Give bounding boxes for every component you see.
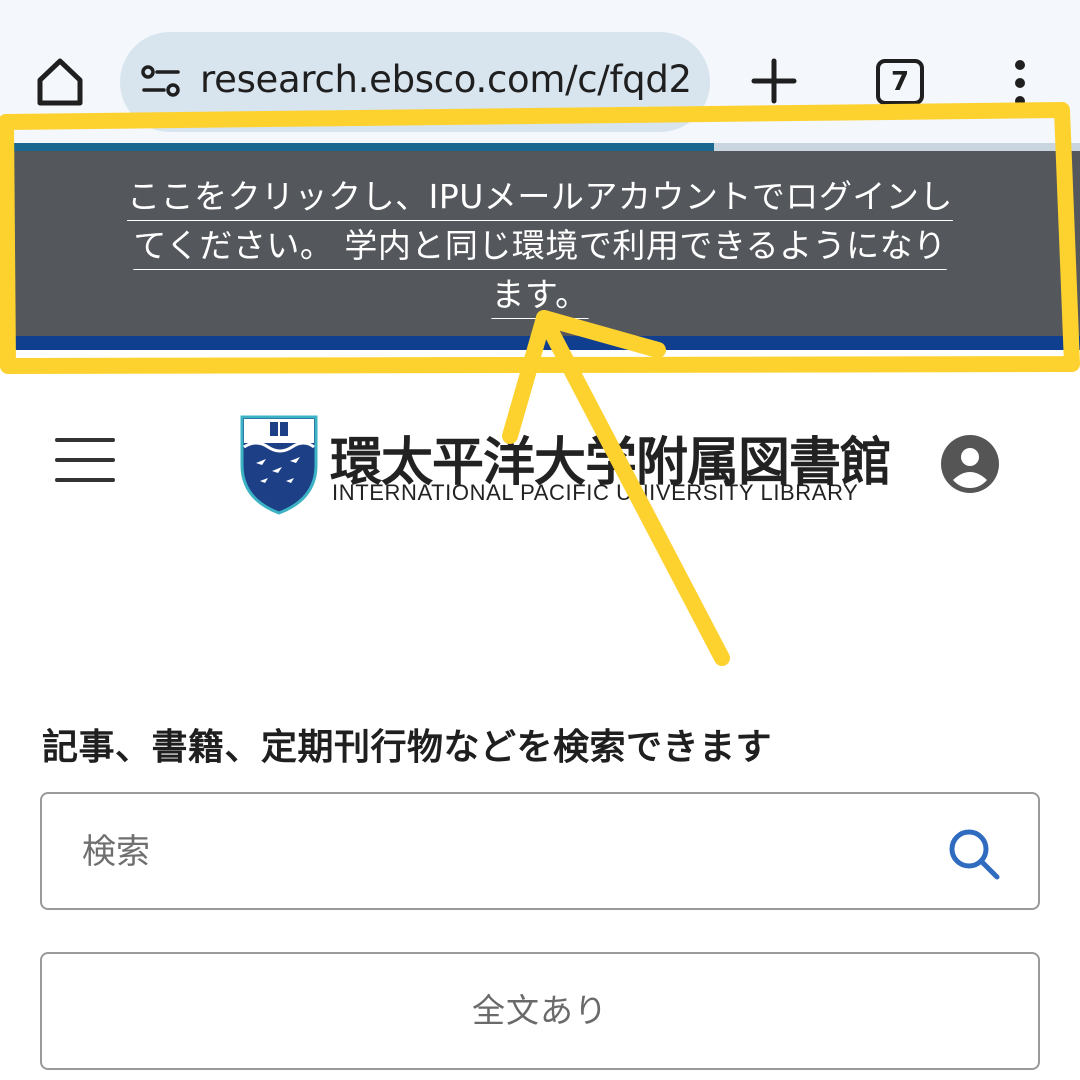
search-heading: 記事、書籍、定期刊行物などを検索できます — [42, 727, 773, 768]
university-crest-icon — [240, 415, 318, 515]
login-banner-link[interactable]: ここをクリックし、IPUメールアカウントでログインし てください。 学内と同じ環… — [60, 172, 1020, 319]
page-load-progress-fill — [0, 143, 714, 151]
banner-bottom-strip — [0, 336, 1080, 350]
search-box[interactable] — [40, 792, 1040, 910]
new-tab-icon[interactable] — [748, 55, 800, 107]
search-input[interactable] — [82, 824, 922, 880]
banner-line-3[interactable]: ます。 — [491, 275, 588, 314]
banner-line-1[interactable]: ここをクリックし、IPUメールアカウントでログインし — [127, 177, 953, 216]
browser-toolbar: research.ebsco.com/c/fqd2 7 — [0, 0, 1080, 143]
address-bar[interactable]: research.ebsco.com/c/fqd2 — [120, 32, 710, 132]
library-name-english[interactable]: INTERNATIONAL PACIFIC UNIVERSITY LIBRARY — [332, 480, 858, 506]
banner-line-2[interactable]: てください。 学内と同じ環境で利用できるようになり — [133, 226, 946, 265]
url-text[interactable]: research.ebsco.com/c/fqd2 — [200, 58, 692, 101]
site-settings-icon[interactable] — [140, 64, 182, 100]
account-icon[interactable] — [940, 434, 1000, 494]
hamburger-menu-icon[interactable] — [55, 436, 115, 484]
full-text-filter-button[interactable]: 全文あり — [40, 952, 1040, 1070]
page-load-progress — [0, 143, 1080, 151]
more-options-icon[interactable] — [1004, 58, 1036, 108]
search-icon[interactable] — [946, 826, 1002, 882]
home-icon[interactable] — [30, 52, 90, 112]
tab-switcher-button[interactable]: 7 — [876, 59, 924, 105]
